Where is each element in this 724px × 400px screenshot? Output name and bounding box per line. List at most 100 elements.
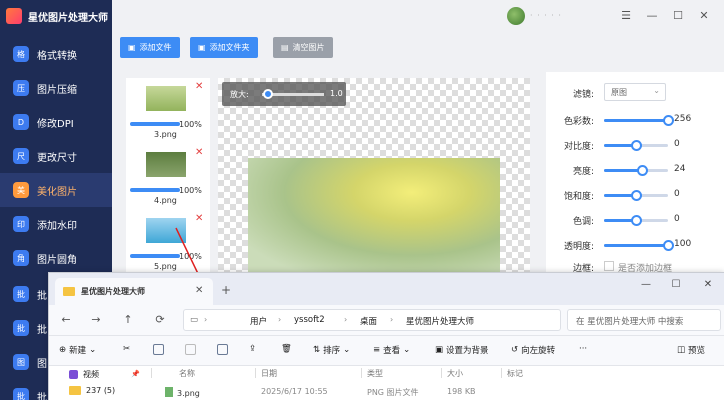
- minimize-icon[interactable]: —: [639, 279, 653, 290]
- copy-icon: [153, 344, 164, 355]
- up-icon[interactable]: ↑: [121, 313, 135, 326]
- adjust-slider[interactable]: [604, 190, 668, 201]
- zoom-control: 放大: 1.0: [222, 82, 346, 106]
- explorer-tab[interactable]: 星优图片处理大师 ✕: [55, 278, 213, 305]
- refresh-icon[interactable]: ⟳: [153, 313, 167, 326]
- tree-item-videos[interactable]: 视频: [69, 369, 99, 380]
- paste-icon: [185, 344, 196, 355]
- forward-icon[interactable]: →: [89, 313, 103, 326]
- copy-button[interactable]: [153, 344, 164, 355]
- monitor-icon: ▭: [190, 315, 199, 325]
- adjust-slider-row: 亮度: 24: [546, 162, 724, 178]
- column-divider[interactable]: [441, 368, 442, 378]
- new-button[interactable]: ⊕ 新建 ⌄: [59, 344, 96, 356]
- column-divider[interactable]: [361, 368, 362, 378]
- search-input[interactable]: 在 星优图片处理大师 中搜索: [567, 309, 721, 331]
- share-icon: ⇪: [249, 344, 257, 354]
- chevron-right-icon: ›: [344, 315, 348, 324]
- slider-knob[interactable]: [631, 190, 642, 201]
- video-folder-icon: [69, 370, 78, 379]
- maximize-icon[interactable]: ☐: [669, 279, 683, 290]
- image-file-icon: [165, 387, 173, 397]
- share-button[interactable]: ⇪: [249, 344, 256, 354]
- slider-knob[interactable]: [663, 240, 674, 251]
- filter-row: 滤镜: 原图 ⌄: [546, 83, 724, 101]
- folder-icon: [69, 386, 81, 395]
- breadcrumb-item[interactable]: yssoft2: [294, 315, 325, 325]
- preview-pane-button[interactable]: ◫ 预览: [677, 344, 705, 356]
- new-label: 新建: [69, 346, 87, 356]
- column-header-name[interactable]: 名称: [179, 368, 195, 379]
- explorer-tabbar: 星优图片处理大师 ✕ + — ☐ ✕: [49, 273, 724, 305]
- scissors-icon: ✂: [123, 344, 131, 354]
- explorer-navbar: ← → ↑ ⟳ ▭ › 用户 › yssoft2 › 桌面 › 星优图片处理大师…: [49, 305, 724, 335]
- slider-knob[interactable]: [663, 115, 674, 126]
- breadcrumb-item[interactable]: 用户: [250, 315, 267, 327]
- tree-item-237[interactable]: 237 (5): [69, 386, 115, 395]
- adjust-slider[interactable]: [604, 140, 668, 151]
- adjust-slider[interactable]: [604, 115, 674, 126]
- slider-value: 0: [674, 189, 680, 199]
- view-button[interactable]: ≡ 查看 ⌄: [373, 344, 410, 356]
- column-divider[interactable]: [255, 368, 256, 378]
- column-header-tag[interactable]: 标记: [507, 368, 523, 379]
- column-divider[interactable]: [501, 368, 502, 378]
- filter-select[interactable]: 原图 ⌄: [604, 83, 666, 101]
- sort-button[interactable]: ⇅ 排序 ⌄: [313, 344, 350, 356]
- zoom-value: 1.0: [330, 89, 343, 98]
- slider-value: 256: [674, 114, 692, 124]
- adjust-slider[interactable]: [604, 165, 668, 176]
- column-header-date[interactable]: 日期: [261, 368, 277, 379]
- address-bar[interactable]: ▭ › 用户 › yssoft2 › 桌面 › 星优图片处理大师: [183, 309, 561, 331]
- breadcrumb-item[interactable]: 星优图片处理大师: [406, 315, 474, 327]
- preview-image: [248, 158, 500, 273]
- chevron-down-icon: ⌄: [89, 345, 97, 355]
- delete-button[interactable]: 🗑: [281, 344, 292, 354]
- chevron-right-icon: ›: [278, 315, 282, 324]
- zoom-slider-knob[interactable]: [263, 89, 274, 99]
- set-wallpaper-button[interactable]: ▣ 设置为背景: [435, 344, 489, 356]
- rotate-left-button[interactable]: ↺ 向左旋转: [511, 344, 555, 356]
- paste-button[interactable]: [185, 344, 196, 355]
- file-date: 2025/6/17 10:55: [261, 387, 328, 396]
- slider-knob[interactable]: [631, 140, 642, 151]
- slider-value: 24: [674, 164, 686, 174]
- new-tab-icon[interactable]: +: [221, 283, 231, 297]
- adjust-slider-row: 透明度: 100: [546, 237, 724, 253]
- slider-knob[interactable]: [631, 215, 642, 226]
- view-label: 查看: [383, 346, 401, 356]
- adjust-slider[interactable]: [604, 240, 674, 251]
- column-header-size[interactable]: 大小: [447, 368, 463, 379]
- file-explorer-window: 星优图片处理大师 ✕ + — ☐ ✕ ← → ↑ ⟳ ▭ › 用户 › ysso…: [48, 272, 724, 400]
- cut-button[interactable]: ✂: [123, 344, 130, 354]
- slider-value: 0: [674, 214, 680, 224]
- chevron-right-icon: ›: [204, 315, 208, 324]
- slider-label: 饱和度:: [563, 192, 594, 202]
- column-header-type[interactable]: 类型: [367, 368, 383, 379]
- slider-label: 色彩数:: [563, 117, 594, 127]
- adjust-slider[interactable]: [604, 215, 668, 226]
- breadcrumb-item[interactable]: 桌面: [360, 315, 377, 327]
- close-icon[interactable]: ✕: [701, 279, 715, 290]
- zoom-slider[interactable]: [262, 89, 324, 99]
- sort-label: 排序: [323, 346, 341, 356]
- tree-item-label: 视频: [83, 370, 99, 379]
- tab-close-icon[interactable]: ✕: [195, 285, 203, 296]
- slider-fill: [604, 119, 668, 122]
- border-checkbox[interactable]: [604, 261, 614, 271]
- pane-divider[interactable]: [151, 368, 152, 378]
- back-icon[interactable]: ←: [59, 313, 73, 326]
- more-options-button[interactable]: ···: [579, 344, 587, 354]
- chevron-down-icon: ⌄: [343, 345, 351, 355]
- sort-icon: ⇅: [313, 345, 321, 355]
- slider-knob[interactable]: [637, 165, 649, 176]
- zoom-label: 放大:: [230, 90, 249, 99]
- slider-label: 色调:: [572, 217, 594, 227]
- chevron-down-icon: ⌄: [403, 345, 411, 355]
- slider-label: 对比度:: [563, 142, 594, 152]
- rename-button[interactable]: [217, 344, 228, 355]
- table-row-name[interactable]: 3.png: [165, 387, 200, 398]
- slider-value: 100: [674, 239, 692, 249]
- rotate-left-label: 向左旋转: [521, 346, 556, 356]
- slider-label: 透明度:: [563, 242, 594, 252]
